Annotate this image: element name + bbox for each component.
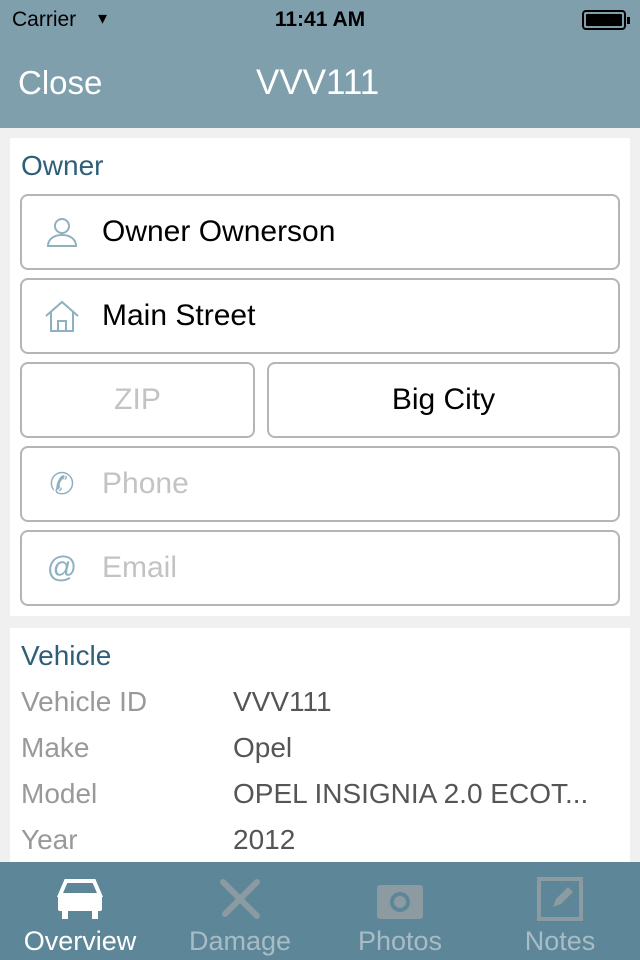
- phone-field[interactable]: ✆ Phone: [20, 446, 620, 522]
- tab-photos[interactable]: Photos: [320, 862, 480, 960]
- phone-placeholder: Phone: [102, 467, 189, 500]
- email-field[interactable]: @ Email: [20, 530, 620, 606]
- home-icon: [22, 299, 102, 333]
- vehicle-section-title: Vehicle: [21, 640, 112, 671]
- row-value: OPEL INSIGNIA 2.0 ECOT...: [233, 778, 589, 809]
- email-placeholder: Email: [102, 551, 178, 584]
- city-value: Big City: [391, 383, 496, 416]
- vehicle-row: Make Opel: [21, 732, 292, 764]
- row-label: Vehicle ID: [21, 686, 148, 717]
- vehicle-card: Vehicle Vehicle ID VVV111 Make Opel Model O…: [10, 628, 630, 868]
- close-button[interactable]: Close: [18, 64, 102, 102]
- person-icon: [22, 215, 102, 249]
- tab-label: Damage: [188, 926, 292, 956]
- vehicle-row: Vehicle ID VVV111: [21, 686, 332, 718]
- tab-label: Overview: [23, 926, 137, 956]
- row-label: Make: [21, 732, 90, 763]
- tab-overview[interactable]: Overview: [0, 862, 160, 960]
- tab-bar: Overview Damage Photos Notes: [0, 862, 640, 960]
- owner-name-field[interactable]: Owner Ownerson: [20, 194, 620, 270]
- zip-placeholder: ZIP: [114, 383, 161, 416]
- row-value: Opel: [233, 732, 293, 763]
- zip-field[interactable]: ZIP: [20, 362, 255, 438]
- tab-damage[interactable]: Damage: [160, 862, 320, 960]
- phone-icon: ✆: [49, 467, 75, 501]
- nav-header: Carrier ▾ 11:41 AM Close VVV111: [0, 0, 640, 128]
- camera-icon: [320, 862, 480, 926]
- tools-icon: [160, 862, 320, 926]
- street-field[interactable]: Main Street: [20, 278, 620, 354]
- vehicle-row: Year 2012: [21, 824, 295, 856]
- status-bar: Carrier ▾ 11:41 AM: [0, 0, 640, 40]
- tab-label: Photos: [357, 926, 443, 956]
- row-value: VVV111: [233, 686, 332, 717]
- owner-card: Owner Owner Ownerson Main Street ZIP Big…: [10, 138, 630, 616]
- tab-label: Notes: [524, 926, 596, 956]
- vehicle-row: Model OPEL INSIGNIA 2.0 ECOT...: [21, 778, 588, 810]
- page-title: VVV111: [256, 63, 380, 102]
- street-value: Main Street: [102, 299, 256, 332]
- owner-section-title: Owner: [21, 150, 104, 181]
- row-value: 2012: [233, 824, 296, 855]
- row-label: Year: [21, 824, 78, 855]
- at-icon: @: [46, 551, 78, 584]
- edit-note-icon: [480, 862, 640, 926]
- car-icon: [0, 862, 160, 926]
- city-field[interactable]: Big City: [267, 362, 620, 438]
- status-time: 11:41 AM: [274, 8, 366, 31]
- tab-notes[interactable]: Notes: [480, 862, 640, 960]
- owner-name-value: Owner Ownerson: [102, 215, 336, 248]
- row-label: Model: [21, 778, 98, 809]
- battery-icon: [582, 10, 630, 30]
